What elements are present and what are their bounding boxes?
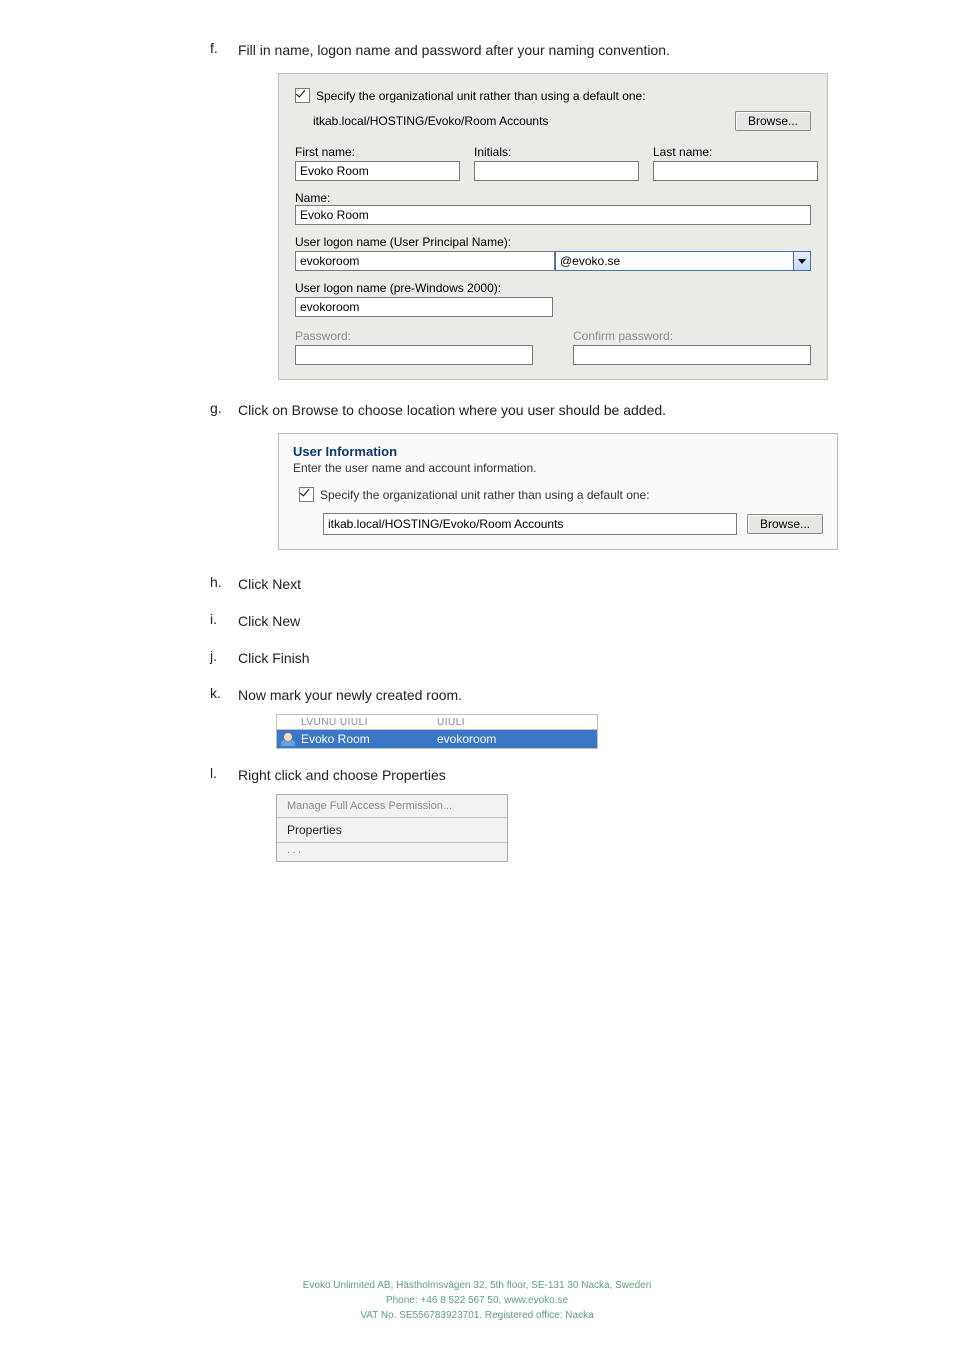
list-item-j: j. Click Finish [210, 648, 874, 669]
upn-domain-value: @evoko.se [560, 254, 620, 268]
new-user-dialog: Specify the organizational unit rather t… [278, 73, 828, 380]
user-info-title: User Information [293, 444, 823, 459]
checkbox-icon [299, 487, 314, 502]
page-footer: Evoko Unlimited AB, Hästholmsvägen 32, 5… [0, 1278, 954, 1323]
initials-label: Initials: [474, 145, 639, 159]
menu-item-manage-permission[interactable]: Manage Full Access Permission... [277, 795, 507, 817]
upn-label: User logon name (User Principal Name): [295, 235, 811, 249]
specify-ou-checkbox-2[interactable]: Specify the organizational unit rather t… [299, 487, 650, 502]
name-label: Name: [295, 191, 811, 205]
header-col-1: LVUNU UIULI [301, 717, 431, 728]
footer-line-2: Phone: +46 8 522 567 50, www.evoko.se [0, 1293, 954, 1308]
password-input[interactable] [295, 345, 533, 365]
context-menu: Manage Full Access Permission... Propert… [276, 794, 508, 862]
list-item-l: l. Right click and choose Properties [210, 765, 874, 786]
list-item-h: h. Click Next [210, 574, 874, 595]
list-letter: i. [210, 611, 238, 632]
specify-ou-label-2: Specify the organizational unit rather t… [320, 488, 650, 502]
browse-button[interactable]: Browse... [735, 111, 811, 131]
checkbox-icon [295, 88, 310, 103]
name-input[interactable] [295, 205, 811, 225]
list-item-k: k. Now mark your newly created room. [210, 685, 874, 706]
list-letter: k. [210, 685, 238, 706]
user-icon [281, 732, 295, 746]
list-letter: j. [210, 648, 238, 669]
chevron-down-icon [793, 252, 810, 270]
room-list-row[interactable]: Evoko Room evokoroom [277, 730, 597, 748]
list-text: Now mark your newly created room. [238, 685, 462, 706]
list-text: Click on Browse to choose location where… [238, 400, 666, 421]
list-text: Click New [238, 611, 300, 632]
list-letter: h. [210, 574, 238, 595]
list-text: Click Finish [238, 648, 310, 669]
menu-item-properties[interactable]: Properties [277, 818, 507, 842]
last-name-label: Last name: [653, 145, 818, 159]
room-logon-cell: evokoroom [437, 732, 597, 746]
upn-input[interactable] [295, 251, 555, 271]
specify-ou-checkbox[interactable]: Specify the organizational unit rather t… [295, 88, 646, 103]
password-label: Password: [295, 329, 533, 343]
menu-more-indicator: . . . [277, 843, 507, 861]
confirm-password-label: Confirm password: [573, 329, 811, 343]
header-col-2: UIULI [437, 717, 597, 728]
room-list-panel: LVUNU UIULI UIULI Evoko Room evokoroom [276, 714, 598, 749]
initials-input[interactable] [474, 161, 639, 181]
browse-button-2[interactable]: Browse... [747, 514, 823, 534]
room-name-cell: Evoko Room [301, 732, 431, 746]
footer-line-1: Evoko Unlimited AB, Hästholmsvägen 32, 5… [0, 1278, 954, 1293]
list-text: Click Next [238, 574, 301, 595]
first-name-label: First name: [295, 145, 460, 159]
upn-domain-dropdown[interactable]: @evoko.se [555, 251, 811, 271]
footer-line-3: VAT No. SE556783923701. Registered offic… [0, 1308, 954, 1323]
list-letter: l. [210, 765, 238, 786]
last-name-input[interactable] [653, 161, 818, 181]
list-item-f: f. Fill in name, logon name and password… [210, 40, 874, 61]
user-info-subtitle: Enter the user name and account informat… [293, 461, 823, 475]
prewin-input[interactable] [295, 297, 553, 317]
confirm-password-input[interactable] [573, 345, 811, 365]
user-information-panel: User Information Enter the user name and… [278, 433, 838, 550]
list-letter: f. [210, 40, 238, 61]
ou-path: itkab.local/HOSTING/Evoko/Room Accounts [313, 114, 725, 128]
list-item-i: i. Click New [210, 611, 874, 632]
list-header: LVUNU UIULI UIULI [277, 715, 597, 730]
list-item-g: g. Click on Browse to choose location wh… [210, 400, 874, 421]
ou-path-input[interactable] [323, 513, 737, 535]
first-name-input[interactable] [295, 161, 460, 181]
prewin-label: User logon name (pre-Windows 2000): [295, 281, 811, 295]
list-text: Fill in name, logon name and password af… [238, 40, 670, 61]
list-text: Right click and choose Properties [238, 765, 446, 786]
specify-ou-label: Specify the organizational unit rather t… [316, 89, 646, 103]
list-letter: g. [210, 400, 238, 421]
